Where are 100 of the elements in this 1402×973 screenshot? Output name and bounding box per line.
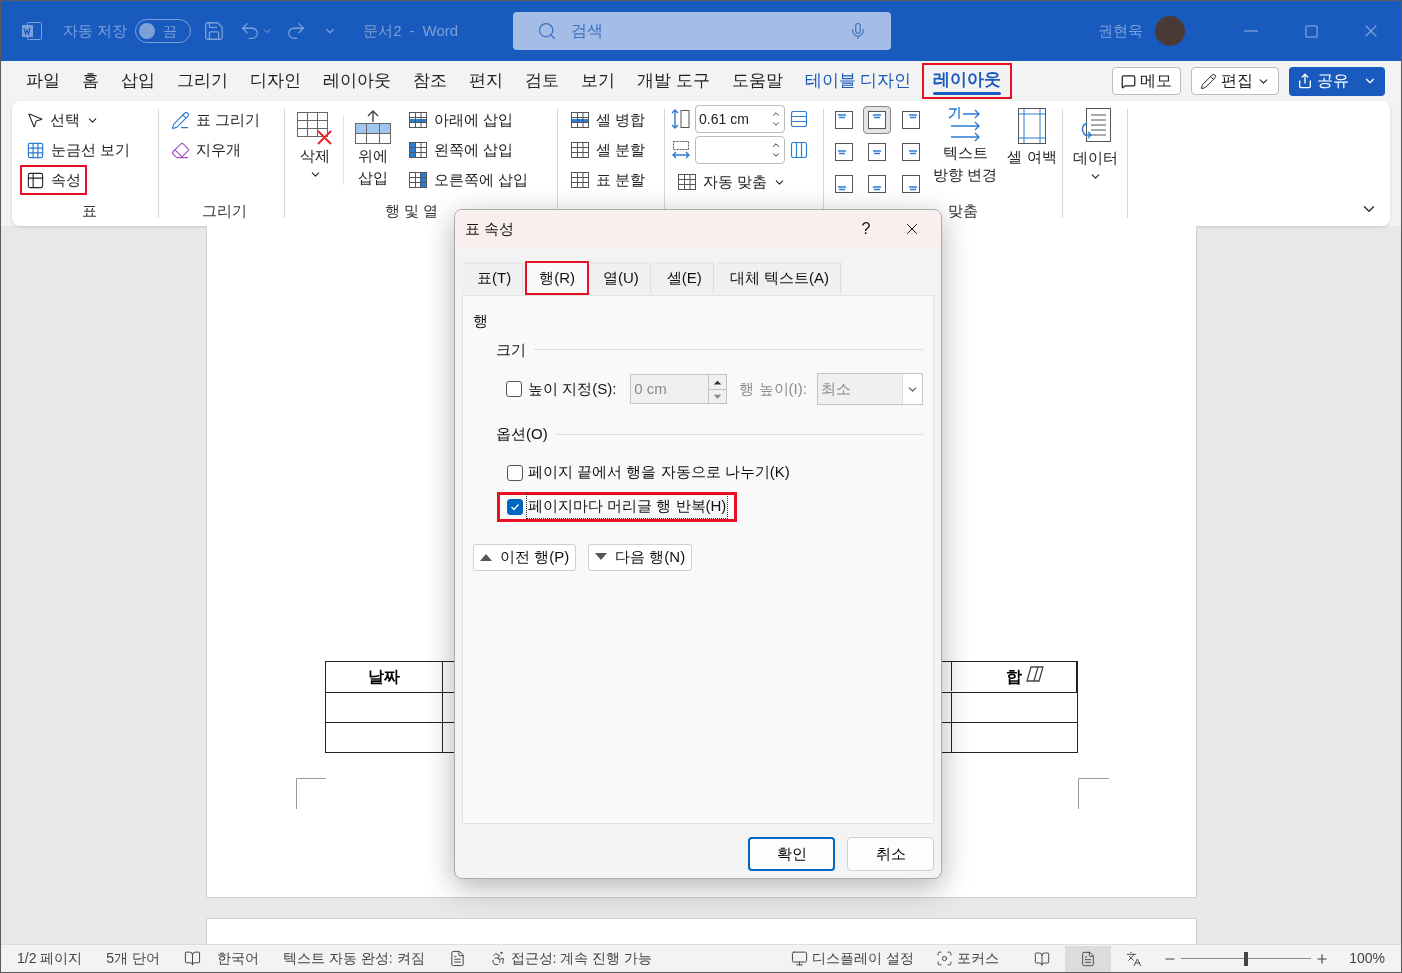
cancel-button[interactable]: 취소 [847,837,934,871]
button-label: 삽입 [358,168,388,188]
align-icon [867,110,888,130]
align-icon [834,110,854,130]
checkbox[interactable] [506,381,522,397]
maximize-icon [1303,23,1319,39]
ribbon-tab[interactable]: 참조 [402,63,458,99]
view-button[interactable] [1065,945,1112,972]
ribbon-tab[interactable]: 디자인 [239,63,312,99]
dialog-tab[interactable]: 행(R) [525,261,589,295]
distribute-columns-icon[interactable] [789,140,809,160]
autocomplete-status: 텍스트 자동 완성: 켜짐 [283,949,425,968]
align-icon [900,110,921,130]
ribbon-tab[interactable]: 레이아웃 [922,63,1013,99]
option-checkbox[interactable]: 페이지 끝에서 행을 자동으로 나누기(K) [497,457,801,488]
help-button[interactable]: ? [843,217,889,241]
align-button[interactable] [863,106,892,134]
table-header-cell: 날짜 [325,662,444,692]
section-label: 행 [473,311,489,331]
align-icon [867,142,888,162]
word-count: 5개 단어 [106,949,161,968]
language: 한국어 [217,949,260,968]
document-title: 문서2 - Word [363,20,459,41]
ribbon-tab[interactable]: 편지 [458,63,514,99]
ribbon-tab[interactable]: 개발 도구 [626,63,721,99]
ribbon-button[interactable]: 오른쪽에 삽입 [402,165,535,195]
previous-row-button[interactable]: 이전 행(P) [473,543,577,571]
group-label: 맞춤 [948,200,978,221]
checkbox[interactable] [507,464,523,481]
height-spin-field[interactable]: 0.61 cm [695,105,785,133]
autofit-icon [677,172,697,192]
grid-icon [26,140,45,160]
table-header-cell: 합 [951,662,1077,692]
ribbon-tab[interactable]: 삽입 [110,63,166,99]
text-direction-button[interactable]: 텍스트 방향 변경 [932,106,998,198]
ribbon-button[interactable]: 셀 분할 [564,135,664,165]
dialog-tab[interactable]: 대체 텍스트(A) [715,261,843,295]
option-checkbox[interactable]: 페이지마다 머리글 행 반복(H) [497,491,738,522]
checkbox[interactable] [507,498,523,515]
zoom-slider[interactable] [1181,951,1312,966]
eraser-icon [171,140,190,160]
dialog-tab[interactable]: 표(T) [463,261,526,295]
spin-up-icon [771,109,781,119]
ribbon-tab[interactable]: 파일 [15,63,71,99]
share-icon [1297,73,1313,89]
cell-margins-button[interactable]: 셀 여백 [1004,106,1060,198]
ribbon-button[interactable]: 표 분할 [564,165,664,195]
delete-button[interactable]: 삭제 [293,105,337,195]
pointer-icon [26,111,44,129]
focus-button[interactable]: 포커스 [936,948,1000,969]
ribbon-tab[interactable]: 검토 [514,63,570,99]
ribbon-button[interactable]: 왼쪽에 삽입 [402,135,535,165]
next-row-button[interactable]: 다음 행(N) [588,543,693,571]
group-heading: 옵션(O) [496,424,548,444]
group-heading: 크기 [496,339,526,360]
specify-height-checkbox[interactable]: 높이 지정(S): [506,377,617,401]
share-button[interactable]: 공유 [1289,66,1385,96]
editing-button[interactable]: 편집 [1191,67,1279,95]
accessibility-button[interactable]: 접근성: 계속 진행 가능 [489,948,653,969]
ribbon-button[interactable]: 선택 [20,105,105,135]
ribbon-button[interactable]: 셀 병합 [564,105,664,135]
ribbon-tab[interactable]: 테이블 디자인 [793,63,923,99]
data-button[interactable]: 데이터 [1072,107,1118,183]
column-width-icon [671,139,691,161]
group-label: 표 [81,200,97,221]
width-spin-field[interactable] [695,136,785,164]
zoom-in-icon[interactable] [1315,951,1330,966]
ribbon-button[interactable]: 속성 [20,165,87,195]
ribbon-button[interactable]: 눈금선 보기 [20,135,137,165]
ribbon-tab[interactable]: 홈 [71,63,110,99]
ribbon-button[interactable]: 자동 맞춤 [671,167,823,197]
pencil-icon [1200,72,1217,90]
distribute-rows-icon[interactable] [789,109,809,129]
zoom-level: 100% [1349,949,1385,968]
margin-mark [295,778,326,809]
table-merge-icon [570,170,590,190]
ribbon-button[interactable]: 아래에 삽입 [402,105,535,135]
button-label: 위에 [358,146,388,166]
ok-button[interactable]: 확인 [748,837,835,871]
comment-button[interactable]: 메모 [1112,67,1181,95]
ribbon-button[interactable]: 지우개 [165,135,247,165]
dialog-tab[interactable]: 열(U) [589,261,653,295]
table-insert-icon [408,140,428,160]
spin-down-icon [771,150,781,160]
ribbon-tab[interactable]: 보기 [570,63,626,99]
display-settings-button[interactable]: 디스플레이 설정 [791,948,915,969]
table-merge-icon [570,110,590,130]
insert-above-button[interactable]: 위에 삽입 [350,105,396,195]
proofing-icon[interactable] [184,950,202,967]
ribbon-tab[interactable]: 레이아웃 [312,63,402,99]
ribbon-tab[interactable]: 도움말 [720,63,794,99]
row-height-label: 행 높이(I): [739,378,807,399]
ribbon-button[interactable]: 표 그리기 [165,105,267,135]
read-mode-icon [1034,950,1051,967]
check-icon [510,501,520,512]
align-icon [834,174,854,194]
ribbon-tab[interactable]: 그리기 [166,63,239,99]
print-layout-icon [1080,950,1097,967]
search-icon [537,21,558,41]
dialog-tab[interactable]: 셀(E) [652,261,716,295]
